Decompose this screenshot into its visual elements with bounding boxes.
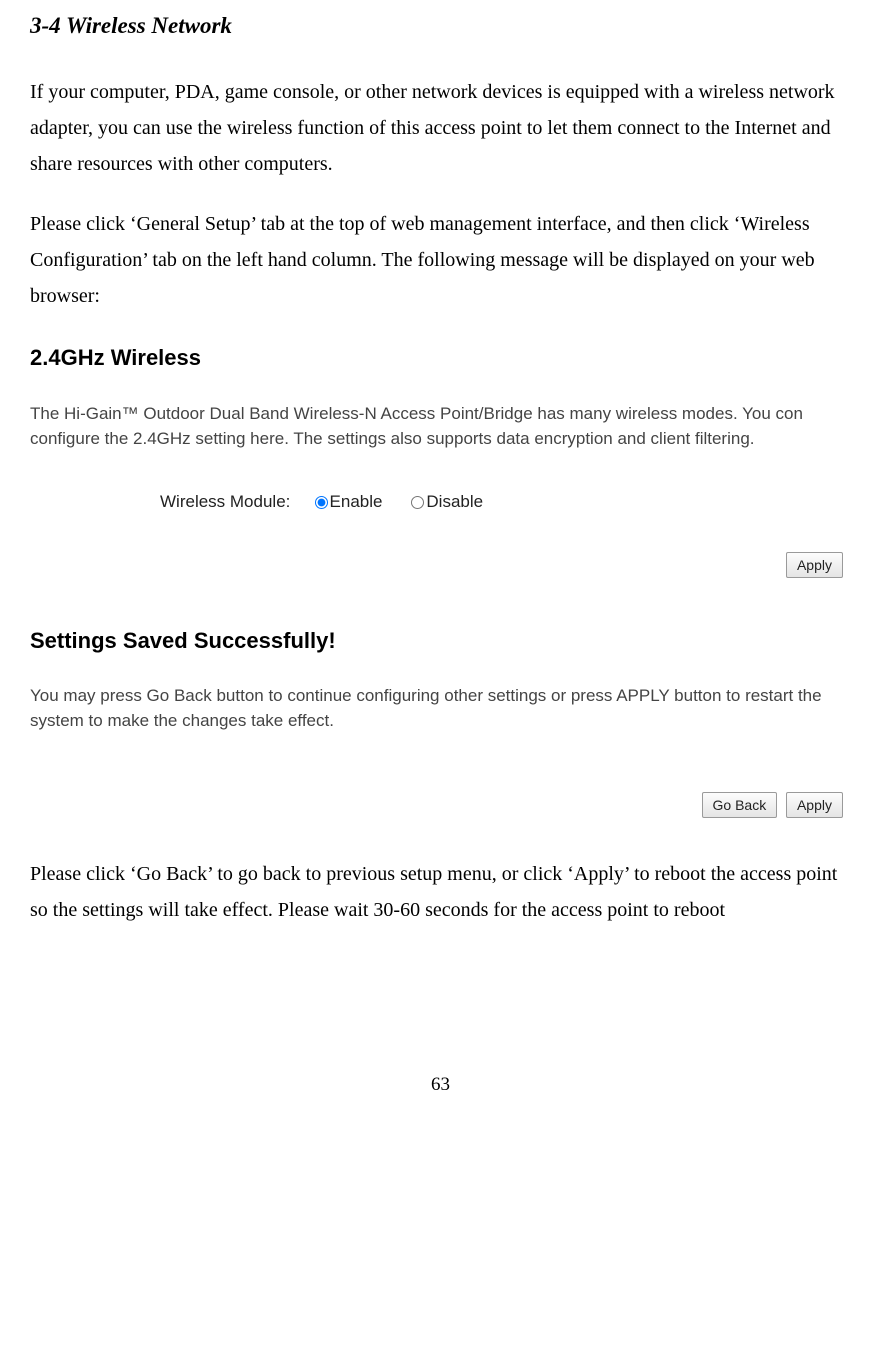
disable-radio[interactable] [411, 496, 424, 509]
saved-heading: Settings Saved Successfully! [30, 621, 851, 661]
screenshot-settings-saved: Settings Saved Successfully! You may pre… [30, 621, 851, 820]
apply-button-1[interactable]: Apply [786, 552, 843, 578]
paragraph-instructions: Please click ‘General Setup’ tab at the … [30, 206, 851, 314]
section-title: 3-4 Wireless Network [30, 5, 851, 46]
screenshot-wireless-settings: 2.4GHz Wireless The Hi-Gain™ Outdoor Dua… [30, 338, 851, 580]
wireless-module-label: Wireless Module: [160, 492, 290, 511]
paragraph-intro: If your computer, PDA, game console, or … [30, 74, 851, 182]
wireless-description: The Hi-Gain™ Outdoor Dual Band Wireless-… [30, 402, 851, 451]
wireless-module-row: Wireless Module: Enable Disable [30, 487, 851, 518]
go-back-button[interactable]: Go Back [702, 792, 778, 818]
disable-radio-label: Disable [426, 492, 483, 511]
enable-radio[interactable] [315, 496, 328, 509]
saved-description: You may press Go Back button to continue… [30, 684, 851, 733]
page-number: 63 [30, 1068, 851, 1102]
enable-radio-label: Enable [330, 492, 383, 511]
paragraph-closing: Please click ‘Go Back’ to go back to pre… [30, 856, 851, 928]
apply-button-2[interactable]: Apply [786, 792, 843, 818]
wireless-heading: 2.4GHz Wireless [30, 338, 851, 378]
